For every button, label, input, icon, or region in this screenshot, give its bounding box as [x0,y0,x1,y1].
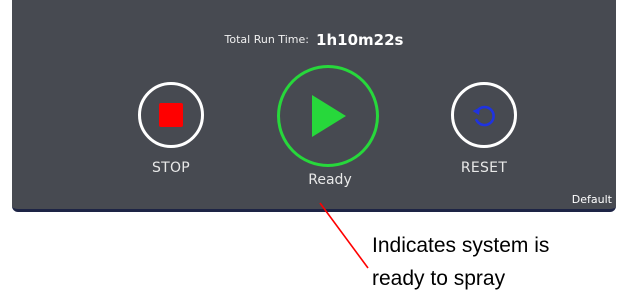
callout-line-2: ready to spray [372,267,506,290]
screenshot-page: Total Run Time: 1h10m22s STOP RESET Read… [0,0,628,294]
callout-line-1: Indicates system is [372,234,550,257]
callout-text: Indicates system is ready to spray [372,229,549,294]
